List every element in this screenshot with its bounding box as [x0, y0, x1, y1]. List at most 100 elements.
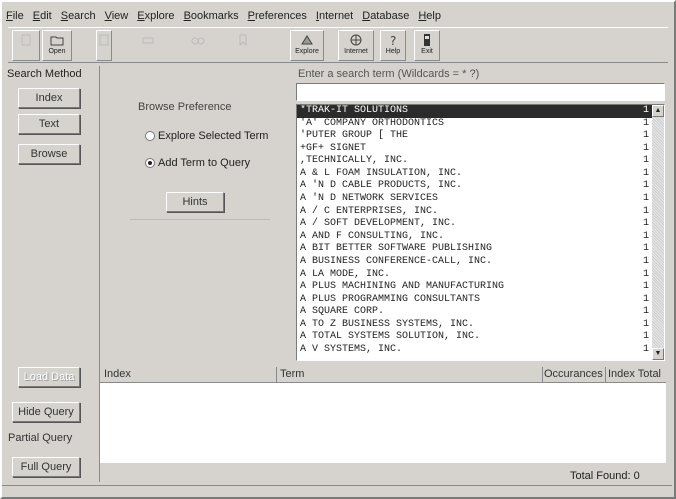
full-query-button[interactable]: Full Query: [12, 457, 80, 477]
new-button[interactable]: [12, 30, 40, 61]
internet-label: Internet: [344, 48, 368, 55]
status-bar: [2, 485, 672, 497]
column-term[interactable]: Term: [280, 368, 304, 380]
menu-preferences[interactable]: Preferences: [248, 10, 307, 26]
search-input[interactable]: [296, 83, 665, 101]
list-item-term: +GF+ SIGNET: [300, 142, 367, 154]
menu-search[interactable]: Search: [61, 10, 96, 26]
column-divider: [605, 367, 606, 382]
load-data-button[interactable]: Load Data: [18, 367, 80, 387]
menu-edit[interactable]: Edit: [33, 10, 52, 26]
list-item[interactable]: A / C ENTERPRISES, INC. 1: [297, 206, 652, 219]
internet-button[interactable]: Internet: [338, 30, 374, 61]
list-item[interactable]: A & L FOAM INSULATION, INC. 1: [297, 168, 652, 181]
list-item-term: A PLUS MACHINING AND MANUFACTURING: [300, 281, 505, 293]
help-button[interactable]: ? Help: [380, 30, 406, 61]
help-label: Help: [385, 48, 401, 55]
list-item-term: A BUSINESS CONFERENCE-CALL, INC.: [300, 255, 493, 267]
query-grid-body[interactable]: [100, 383, 666, 463]
binoculars-icon: [191, 37, 205, 45]
open-button[interactable]: Open: [42, 30, 72, 61]
list-item[interactable]: A TO Z BUSINESS SYSTEMS, INC. 1: [297, 319, 652, 332]
list-item-count: 1: [642, 193, 649, 205]
new-icon: [21, 34, 31, 46]
list-item[interactable]: 'PUTER GROUP [ THE 1: [297, 130, 652, 143]
list-item-count: 1: [642, 268, 649, 280]
list-item-term: A V SYSTEMS, INC.: [300, 343, 403, 355]
column-index[interactable]: Index: [104, 368, 131, 380]
list-item[interactable]: A V SYSTEMS, INC. 1: [297, 344, 652, 357]
find-button[interactable]: [178, 30, 218, 61]
list-item-term: A PLUS PROGRAMMING CONSULTANTS: [300, 293, 481, 305]
list-item[interactable]: ,TECHNICALLY, INC. 1: [297, 155, 652, 168]
menu-explore[interactable]: Explore: [137, 10, 174, 26]
text-button[interactable]: Text: [18, 114, 80, 134]
hide-query-button[interactable]: Hide Query: [12, 402, 80, 422]
explore-selected-term-radio[interactable]: [145, 131, 155, 141]
list-item-term: A TOTAL SYSTEMS SOLUTION, INC.: [300, 331, 481, 343]
list-item[interactable]: A PLUS PROGRAMMING CONSULTANTS 1: [297, 294, 652, 307]
list-item-count: 1: [642, 255, 649, 267]
list-item[interactable]: A / SOFT DEVELOPMENT, INC. 1: [297, 218, 652, 231]
menu-help[interactable]: Help: [418, 10, 441, 26]
column-index-total[interactable]: Index Total: [608, 368, 661, 380]
browse-button[interactable]: Browse: [18, 144, 80, 164]
add-term-to-query-label: Add Term to Query: [158, 157, 251, 169]
bookmark-icon: [239, 34, 247, 46]
list-item[interactable]: A 'N D CABLE PRODUCTS, INC. 1: [297, 180, 652, 193]
list-item-count: 1: [642, 155, 649, 167]
list-item-term: A TO Z BUSINESS SYSTEMS, INC.: [300, 318, 475, 330]
svg-text:?: ?: [390, 34, 396, 46]
list-item-count: 1: [642, 318, 649, 330]
column-occurances[interactable]: Occurances: [544, 368, 603, 380]
globe-icon: [350, 34, 362, 46]
list-item-term: A / SOFT DEVELOPMENT, INC.: [300, 218, 457, 230]
list-item-term: A / C ENTERPRISES, INC.: [300, 205, 439, 217]
explore-selected-term-option[interactable]: Explore Selected Term: [145, 130, 268, 142]
scroll-down-icon[interactable]: ▼: [652, 348, 664, 360]
list-item-count: 1: [642, 180, 649, 192]
results-list[interactable]: *TRAK-IT SOLUTIONS 1 'A' COMPANY ORTHODONT…: [296, 104, 665, 361]
list-item-count: 1: [642, 306, 649, 318]
add-term-to-query-radio[interactable]: [145, 158, 155, 168]
hints-button[interactable]: Hints: [166, 192, 224, 212]
bookmark-button[interactable]: [223, 30, 263, 61]
list-item-term: ,TECHNICALLY, INC.: [300, 155, 409, 167]
list-item-term: A & L FOAM INSULATION, INC.: [300, 167, 463, 179]
scroll-up-icon[interactable]: ▲: [652, 105, 664, 117]
list-item[interactable]: A PLUS MACHINING AND MANUFACTURING 1: [297, 281, 652, 294]
add-term-to-query-option[interactable]: Add Term to Query: [145, 157, 250, 169]
menu-database[interactable]: Database: [362, 10, 409, 26]
index-button[interactable]: Index: [18, 88, 80, 108]
list-item-term: 'PUTER GROUP [ THE: [300, 130, 409, 142]
list-item-count: 1: [642, 331, 649, 343]
exit-icon: [424, 34, 430, 46]
menu-internet[interactable]: Internet: [316, 10, 353, 26]
list-item[interactable]: A SQUARE CORP. 1: [297, 306, 652, 319]
partial-query-button[interactable]: Partial Query: [8, 432, 72, 444]
list-item[interactable]: A AND F CONSULTING, INC. 1: [297, 231, 652, 244]
open-label: Open: [48, 48, 66, 55]
list-item[interactable]: A BIT BETTER SOFTWARE PUBLISHING 1: [297, 243, 652, 256]
list-item[interactable]: +GF+ SIGNET 1: [297, 143, 652, 156]
toolbar: Open Explore Internet ? Help Exit: [8, 27, 668, 63]
exit-button[interactable]: Exit: [414, 30, 440, 61]
list-item[interactable]: A BUSINESS CONFERENCE-CALL, INC. 1: [297, 256, 652, 269]
list-item-term: A 'N D CABLE PRODUCTS, INC.: [300, 180, 463, 192]
list-item-term: A 'N D NETWORK SERVICES: [300, 193, 439, 205]
print-button[interactable]: [128, 30, 168, 61]
list-item[interactable]: A LA MODE, INC. 1: [297, 269, 652, 282]
list-item[interactable]: 'A' COMPANY ORTHODONTICS 1: [297, 118, 652, 131]
menu-view[interactable]: View: [105, 10, 129, 26]
menu-file[interactable]: File: [6, 10, 24, 26]
list-item[interactable]: *TRAK-IT SOLUTIONS 1: [297, 105, 652, 118]
list-item-count: 1: [642, 105, 649, 116]
exit-label: Exit: [421, 48, 433, 55]
save-button[interactable]: [96, 30, 112, 61]
menu-bookmarks[interactable]: Bookmarks: [184, 10, 239, 26]
list-item-count: 1: [642, 142, 649, 154]
list-item[interactable]: A TOTAL SYSTEMS SOLUTION, INC. 1: [297, 331, 652, 344]
list-scrollbar[interactable]: ▲ ▼: [652, 105, 664, 360]
list-item[interactable]: A 'N D NETWORK SERVICES 1: [297, 193, 652, 206]
explore-button[interactable]: Explore: [290, 30, 324, 61]
